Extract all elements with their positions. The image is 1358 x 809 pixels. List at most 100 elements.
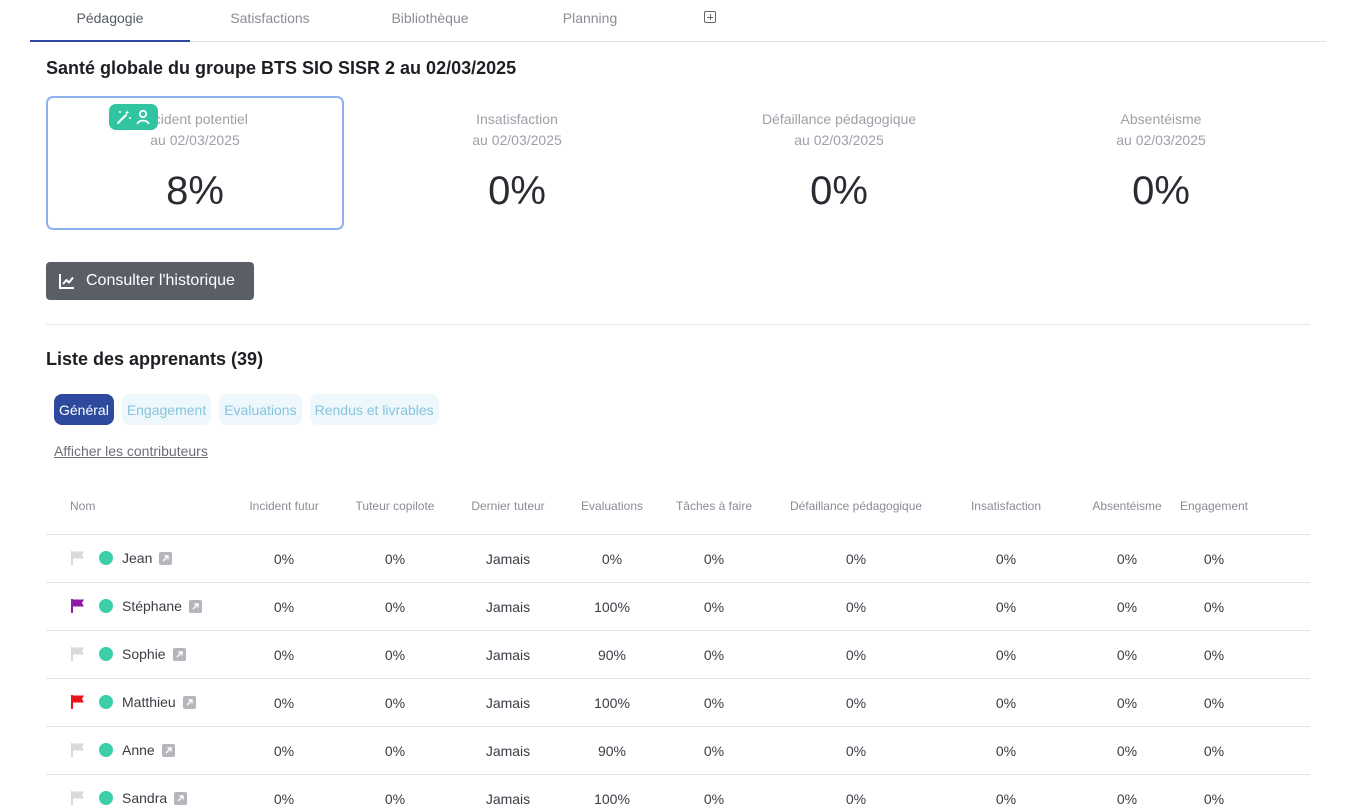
learners-title: Liste des apprenants (39) [46,349,264,369]
table-row[interactable]: Sandra 0% 0% Jamais 100% 0% 0% 0% 0% 0% [46,775,1310,809]
show-contributors-link[interactable]: Afficher les contributeurs [54,443,208,459]
open-external-icon[interactable] [159,551,173,565]
status-dot [99,647,113,661]
column-header[interactable]: Absentéisme [1092,499,1161,513]
filter-general[interactable]: Général [54,394,114,425]
cell-value: 90% [597,743,627,759]
cell-value: 100% [594,791,630,807]
flag-icon[interactable] [70,742,86,758]
open-external-icon[interactable] [172,647,186,661]
column-header[interactable]: Evaluations [581,499,643,513]
learner-name[interactable]: Anne [122,742,155,758]
filter-rendus-livrables[interactable]: Rendus et livrables [309,394,439,425]
cell-value: 0% [273,791,295,807]
cell-value: 0% [1203,599,1225,615]
card-absenteisme[interactable]: Absentéisme au 02/03/2025 0% [1012,96,1310,230]
table-row[interactable]: Sophie 0% 0% Jamais 90% 0% 0% 0% 0% 0% [46,631,1310,679]
card-insatisfaction[interactable]: Insatisfaction au 02/03/2025 0% [368,96,666,230]
card-defaillance-pedagogique[interactable]: Défaillance pédagogique au 02/03/2025 0% [690,96,988,230]
table-row[interactable]: Matthieu 0% 0% Jamais 100% 0% 0% 0% 0% 0% [46,679,1310,727]
column-header[interactable]: Insatisfaction [971,499,1041,513]
learners-table: Nom Incident futur Tuteur copilote Dernier … [46,482,1310,809]
column-header[interactable]: Tâches à faire [676,499,752,513]
section-divider [46,324,1310,325]
card-date: au 02/03/2025 [472,132,562,148]
cell-value: 0% [1116,599,1138,615]
cell-value: 0% [384,599,406,615]
cell-value: 0% [1203,551,1225,567]
cell-value: 0% [384,743,406,759]
top-tab-bar: Pédagogie Satisfactions Bibliothèque Pla… [30,0,1326,42]
column-header[interactable]: Nom [70,499,95,513]
column-header[interactable]: Engagement [1180,499,1248,513]
learner-name-cell: Sophie [70,646,186,662]
filter-engagement[interactable]: Engagement [121,394,212,425]
card-label: Absentéisme [1120,111,1202,127]
learner-name-cell: Jean [70,550,173,566]
cell-value: 0% [1116,647,1138,663]
cell-value: 0% [703,647,725,663]
filter-evaluations[interactable]: Evaluations [219,394,302,425]
tab-bibliotheque[interactable]: Bibliothèque [350,0,510,42]
open-external-icon[interactable] [182,695,196,709]
cell-value: Jamais [485,695,531,711]
tab-satisfactions[interactable]: Satisfactions [190,0,350,42]
column-header[interactable]: Incident futur [249,499,318,513]
column-header[interactable]: Tuteur copilote [356,499,435,513]
table-row[interactable]: Stéphane 0% 0% Jamais 100% 0% 0% 0% 0% 0% [46,583,1310,631]
cell-value: 0% [273,743,295,759]
learner-name[interactable]: Sophie [122,646,166,662]
learner-name[interactable]: Stéphane [122,598,182,614]
flag-icon[interactable] [70,550,86,566]
cell-value: Jamais [485,743,531,759]
card-value: 0% [1132,169,1190,213]
open-external-icon[interactable] [188,599,202,613]
cell-value: 0% [995,695,1017,711]
table-header: Nom Incident futur Tuteur copilote Dernier … [46,482,1310,535]
health-cards: Incident potentiel au 02/03/2025 8% Insa… [46,96,1334,230]
status-dot [99,791,113,805]
tab-pedagogie[interactable]: Pédagogie [30,0,190,42]
card-value: 8% [166,169,224,213]
cell-value: 0% [384,647,406,663]
cell-value: 0% [703,743,725,759]
cell-value: 0% [703,599,725,615]
card-date: au 02/03/2025 [150,132,240,148]
card-label: Insatisfaction [476,111,558,127]
history-button[interactable]: Consulter l'historique [46,262,254,300]
cell-value: Jamais [485,647,531,663]
card-date: au 02/03/2025 [794,132,884,148]
cell-value: 0% [1116,551,1138,567]
cell-value: 0% [995,599,1017,615]
table-body: Jean 0% 0% Jamais 0% 0% 0% 0% 0% 0% Stéphane 0% 0% Ja… [46,535,1310,809]
table-row[interactable]: Anne 0% 0% Jamais 90% 0% 0% 0% 0% 0% [46,727,1310,775]
flag-icon[interactable] [70,790,86,806]
cell-value: Jamais [485,791,531,807]
learner-name[interactable]: Matthieu [122,694,176,710]
cell-value: Jamais [485,599,531,615]
card-incident-potentiel[interactable]: Incident potentiel au 02/03/2025 8% [46,96,344,230]
open-external-icon[interactable] [174,791,188,805]
line-chart-icon [59,274,74,289]
flag-icon[interactable] [70,598,86,614]
flag-icon[interactable] [70,694,86,710]
ai-badge [109,104,158,130]
plus-square-icon [704,11,716,23]
cell-value: 0% [703,695,725,711]
cell-value: 0% [273,551,295,567]
cell-value: 0% [273,695,295,711]
cell-value: 0% [384,791,406,807]
tab-planning[interactable]: Planning [510,0,670,42]
column-header[interactable]: Défaillance pédagogique [790,499,922,513]
status-dot [99,695,113,709]
cell-value: 0% [845,695,867,711]
learner-name[interactable]: Jean [122,550,152,566]
column-header[interactable]: Dernier tuteur [471,499,544,513]
status-dot [99,743,113,757]
open-external-icon[interactable] [161,743,175,757]
learner-name[interactable]: Sandra [122,790,167,806]
flag-icon[interactable] [70,646,86,662]
add-tab-button[interactable] [670,0,750,42]
cell-value: 0% [1203,695,1225,711]
table-row[interactable]: Jean 0% 0% Jamais 0% 0% 0% 0% 0% 0% [46,535,1310,583]
